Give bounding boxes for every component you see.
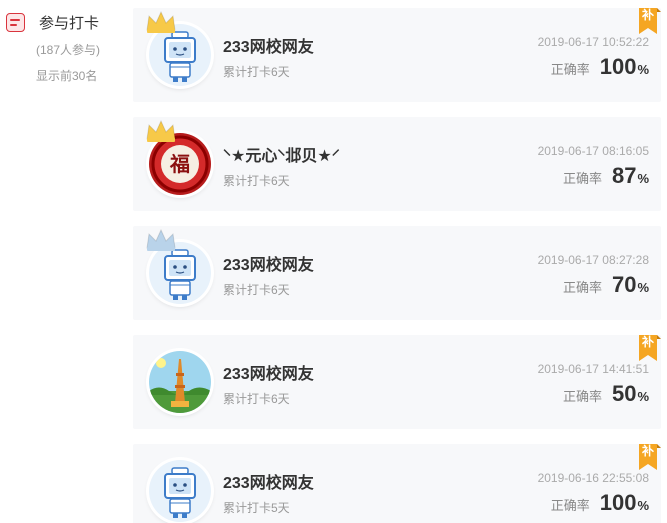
avatar-wrap (146, 228, 211, 304)
checkin-time: 2019-06-17 14:41:51 (537, 362, 649, 376)
accuracy-unit: % (637, 498, 649, 513)
checkin-days: 累计打卡6天 (223, 65, 290, 79)
avatar-wrap (149, 351, 211, 413)
svg-text:福: 福 (169, 152, 190, 176)
accuracy-unit: % (637, 280, 649, 295)
avatar[interactable] (149, 351, 211, 413)
showing-top-note: 显示前30名 (36, 69, 98, 83)
checkin-days: 累计打卡6天 (223, 174, 290, 188)
accuracy-unit: % (637, 62, 649, 77)
user-name[interactable]: 233网校网友 (223, 360, 314, 384)
accuracy-value: 100 (599, 54, 637, 79)
accuracy: 正确率 50 % (563, 381, 649, 407)
accuracy-value: 87 (611, 163, 637, 188)
avatar-wrap (146, 10, 211, 86)
user-name[interactable]: 233网校网友 (223, 33, 314, 57)
accuracy-label: 正确率 (550, 498, 590, 513)
accuracy-value: 100 (599, 490, 637, 515)
accuracy-unit: % (637, 389, 649, 404)
crown-icon (146, 119, 176, 142)
crown-icon (146, 228, 176, 251)
accuracy: 正确率 87 % (563, 163, 649, 189)
user-name[interactable]: 233网校网友 (223, 469, 314, 493)
accuracy: 正确率 100 % (551, 490, 649, 516)
checkin-time: 2019-06-17 10:52:22 (537, 35, 649, 49)
accuracy-value: 70 (611, 272, 637, 297)
accuracy-label: 正确率 (562, 280, 602, 295)
sidebar-header[interactable]: 参与打卡 (6, 12, 99, 33)
crown-icon (146, 10, 176, 33)
participant-count: (187人参与) (36, 43, 101, 57)
checkin-days: 累计打卡6天 (223, 283, 290, 297)
checkin-card[interactable]: 233网校网友 累计打卡6天 2019-06-17 08:27:28 正确率 7… (133, 226, 661, 320)
checkin-card[interactable]: 233网校网友 累计打卡6天 2019-06-17 10:52:22 正确率 1… (133, 8, 661, 102)
accuracy-label: 正确率 (550, 62, 590, 77)
avatar[interactable] (149, 460, 211, 522)
checkin-days: 累计打卡6天 (223, 392, 290, 406)
makeup-badge: 补 (639, 440, 661, 472)
makeup-label: 补 (641, 444, 654, 458)
accuracy: 正确率 100 % (551, 54, 649, 80)
makeup-badge: 补 (639, 331, 661, 363)
avatar-wrap (149, 460, 211, 522)
user-name[interactable]: 233网校网友 (223, 251, 314, 275)
makeup-label: 补 (641, 8, 654, 22)
checkin-card[interactable]: 233网校网友 累计打卡6天 2019-06-17 14:41:51 正确率 5… (133, 335, 661, 429)
makeup-label: 补 (641, 335, 654, 349)
checkin-card[interactable]: 233网校网友 累计打卡5天 2019-06-16 22:55:08 正确率 1… (133, 444, 661, 523)
checkin-page: 参与打卡 (187人参与) 显示前30名 233网校网友 累计打卡6天 2019… (0, 0, 667, 523)
avatar-wrap: 福 (146, 119, 211, 195)
checkin-card[interactable]: 福 ⸌★元心⸌邶贝★⸍ 累计打卡6天 2019-06-17 08:16:05 正… (133, 117, 661, 211)
sidebar: 参与打卡 (187人参与) 显示前30名 (0, 0, 128, 523)
accuracy: 正确率 70 % (563, 272, 649, 298)
checkin-list-icon (6, 13, 25, 32)
user-name[interactable]: ⸌★元心⸌邶贝★⸍ (223, 142, 340, 166)
accuracy-label: 正确率 (562, 389, 602, 404)
accuracy-value: 50 (611, 381, 637, 406)
accuracy-unit: % (637, 171, 649, 186)
makeup-badge: 补 (639, 4, 661, 36)
accuracy-label: 正确率 (562, 171, 602, 186)
checkin-days: 累计打卡5天 (223, 501, 290, 515)
sidebar-title: 参与打卡 (39, 15, 100, 32)
checkin-time: 2019-06-17 08:27:28 (537, 253, 649, 267)
checkin-time: 2019-06-17 08:16:05 (537, 144, 649, 158)
checkin-time: 2019-06-16 22:55:08 (537, 471, 649, 485)
